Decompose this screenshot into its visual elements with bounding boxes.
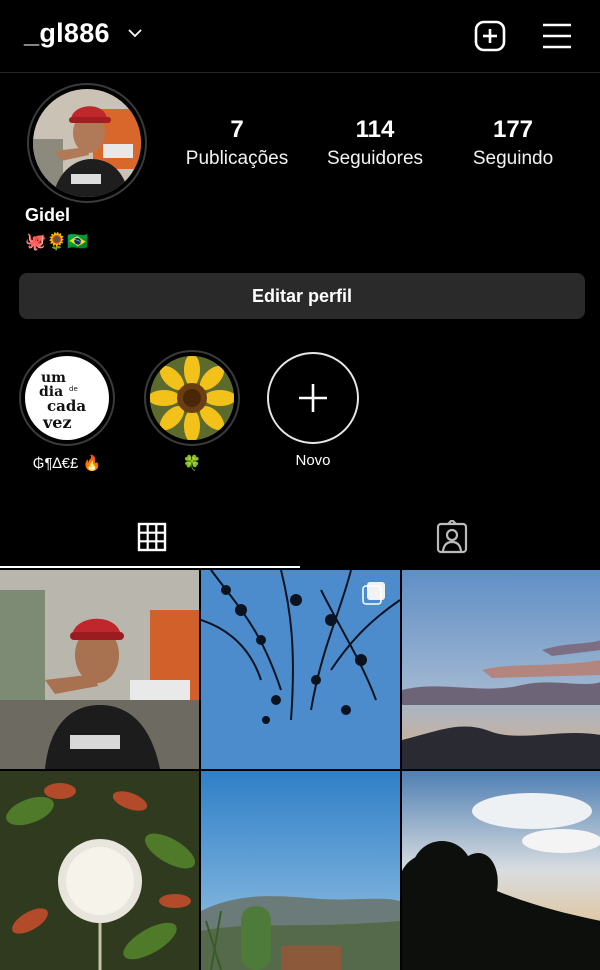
- chevron-down-icon[interactable]: [128, 28, 142, 38]
- stat-posts[interactable]: 7 Publicações: [167, 115, 307, 173]
- highlight-cover-lettering: um dia de cada vez: [39, 370, 86, 432]
- header-divider: [0, 72, 600, 73]
- highlight-new[interactable]: Novo: [265, 350, 361, 469]
- profile-bio: 🐙🌻🇧🇷: [25, 232, 89, 251]
- followers-label: Seguidores: [326, 148, 424, 169]
- following-label: Seguindo: [472, 148, 554, 169]
- post-thumbnail[interactable]: [0, 771, 199, 970]
- highlight-1[interactable]: um dia de cada vez ₲¶∆€£ 🔥: [19, 350, 115, 472]
- hamburger-menu-icon[interactable]: [541, 20, 573, 52]
- plus-square-icon[interactable]: [474, 20, 506, 52]
- stat-followers[interactable]: 114 Seguidores: [305, 115, 445, 173]
- posts-label: Publicações: [185, 148, 289, 169]
- tab-posts-grid[interactable]: [0, 507, 300, 567]
- top-bar: _gl886: [0, 0, 600, 72]
- avatar[interactable]: [33, 89, 141, 197]
- profile-name: Gidel: [25, 205, 71, 225]
- profile-tabs: [0, 507, 600, 567]
- plus-icon: [299, 384, 327, 412]
- post-thumbnail[interactable]: [201, 771, 400, 970]
- post-thumbnail[interactable]: [402, 570, 600, 769]
- tagged-person-icon: [436, 520, 468, 554]
- svg-text:vez: vez: [42, 413, 72, 432]
- highlight-2-cover: [144, 350, 240, 446]
- highlight-1-label: ₲¶∆€£ 🔥: [32, 455, 102, 472]
- following-count: 177: [492, 116, 534, 143]
- edit-profile-button[interactable]: Editar perfil: [19, 273, 585, 319]
- tab-tagged[interactable]: [300, 507, 600, 567]
- new-highlight-button[interactable]: [267, 352, 359, 444]
- highlight-new-label: Novo: [295, 452, 331, 469]
- stat-following[interactable]: 177 Seguindo: [443, 115, 583, 173]
- grid-icon: [137, 522, 167, 552]
- posts-grid: [0, 570, 600, 970]
- highlight-1-cover: um dia de cada vez: [19, 350, 115, 446]
- active-tab-indicator: [0, 566, 300, 568]
- highlight-2-label: 🍀: [182, 455, 202, 472]
- username-switcher[interactable]: _gl886: [24, 18, 110, 49]
- post-thumbnail[interactable]: [201, 570, 400, 769]
- highlight-2[interactable]: 🍀: [144, 350, 240, 472]
- post-thumbnail[interactable]: [0, 570, 199, 769]
- svg-text:de: de: [69, 385, 78, 393]
- posts-count: 7: [230, 116, 244, 143]
- followers-count: 114: [355, 116, 395, 143]
- post-thumbnail[interactable]: [402, 771, 600, 970]
- sunflower-image: [150, 356, 234, 440]
